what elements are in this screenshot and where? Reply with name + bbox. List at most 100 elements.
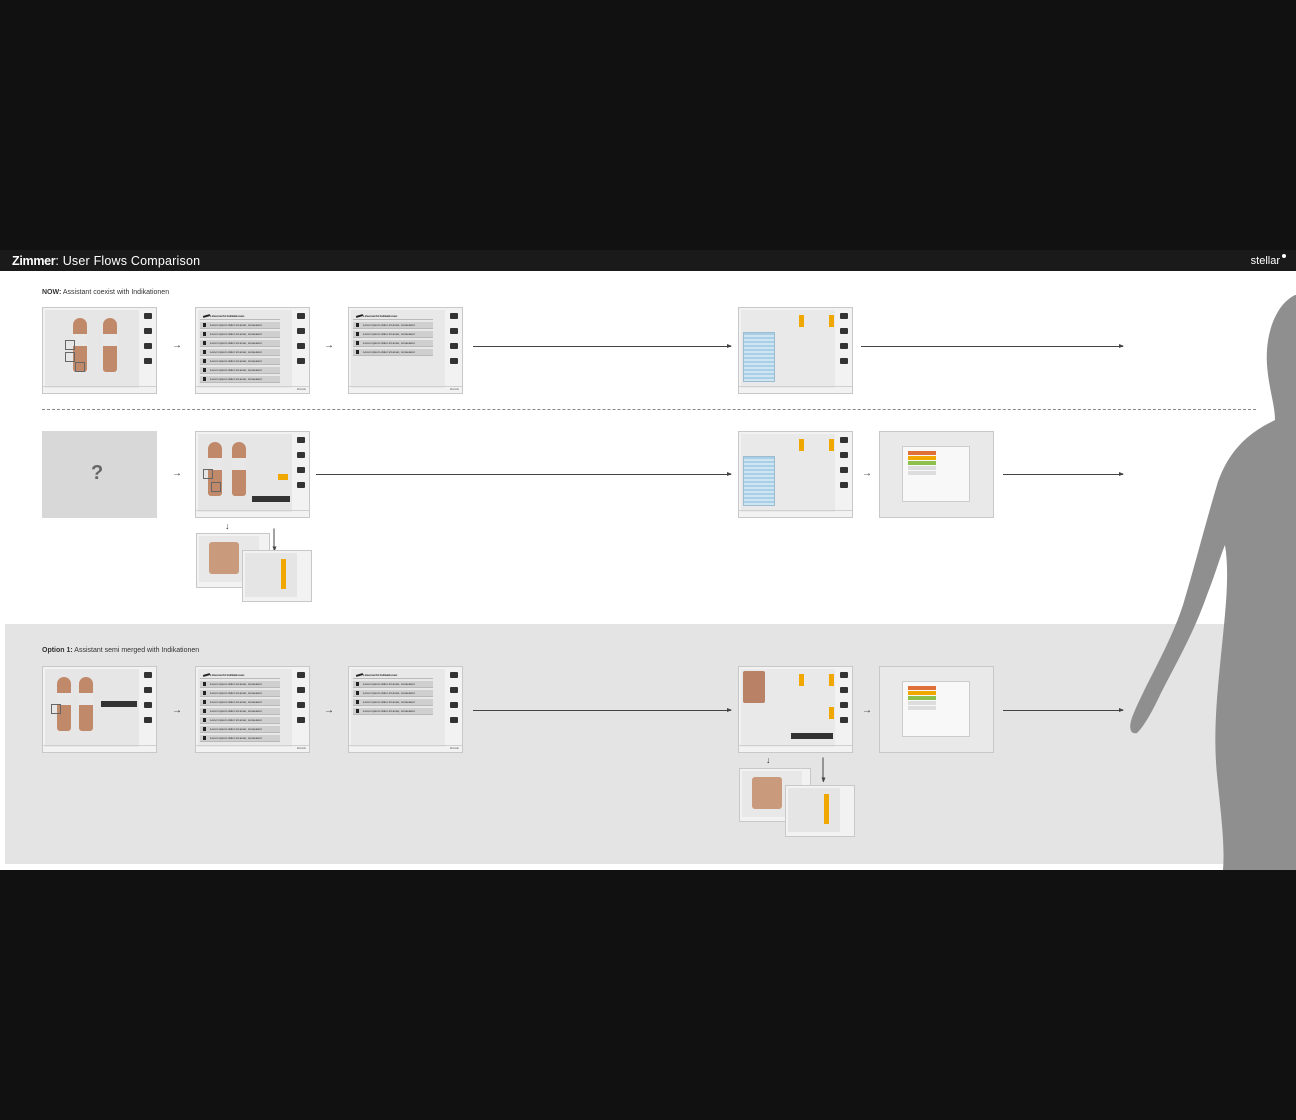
tool-icon[interactable] (143, 328, 152, 334)
list-item[interactable]: Lorem ipsum dolor sit amet, consetetur (353, 340, 433, 347)
tool-icon[interactable] (449, 358, 458, 364)
tool-icon[interactable] (839, 343, 848, 349)
screen-program-list[interactable] (242, 550, 312, 602)
screen-indication-detail-option[interactable]: Liniensicht Indikationen Lorem ipsum dol… (348, 666, 463, 753)
tool-icon[interactable] (449, 328, 458, 334)
tool-icon[interactable] (449, 702, 458, 708)
screen-result-dialog[interactable] (879, 431, 994, 518)
start-button[interactable] (791, 733, 833, 739)
screen-therapy-option[interactable] (738, 666, 853, 753)
back-link[interactable]: Zurück (297, 387, 306, 391)
list-item[interactable]: Lorem ipsum dolor sit amet, consetetur (353, 708, 433, 715)
orange-indicator (799, 439, 804, 451)
tool-icon[interactable] (296, 672, 305, 678)
tool-icon[interactable] (449, 717, 458, 723)
tool-icon[interactable] (296, 702, 305, 708)
tool-icon[interactable] (839, 452, 848, 458)
tool-icon[interactable] (143, 672, 152, 678)
intensity-gauge (743, 332, 775, 382)
back-link[interactable]: Zurück (450, 746, 459, 750)
stellar-logo-text: stellar (1250, 255, 1280, 267)
screen-indication-list[interactable]: Liniensicht Indikationen Lorem ipsum dol… (195, 307, 310, 394)
tool-icon[interactable] (296, 437, 305, 443)
tool-icon[interactable] (839, 437, 848, 443)
list-item[interactable]: Lorem ipsum dolor sit amet, consetetur (200, 358, 280, 365)
region-box[interactable] (65, 340, 75, 350)
tool-icon[interactable] (296, 452, 305, 458)
list-item[interactable]: Lorem ipsum dolor sit amet, consetetur (200, 322, 280, 329)
list-item[interactable]: Lorem ipsum dolor sit amet, consetetur (200, 708, 280, 715)
back-link[interactable]: Zurück (450, 387, 459, 391)
screen-program-list-option[interactable] (785, 785, 855, 837)
tool-icon[interactable] (839, 702, 848, 708)
tool-icon[interactable] (143, 358, 152, 364)
list-item[interactable]: Lorem ipsum dolor sit amet, consetetur (353, 331, 433, 338)
tool-icon[interactable] (449, 343, 458, 349)
tool-icon[interactable] (839, 313, 848, 319)
screen-body-map-option[interactable] (42, 666, 157, 753)
list-item[interactable]: Lorem ipsum dolor sit amet, consetetur (353, 349, 433, 356)
tool-icon[interactable] (143, 687, 152, 693)
list-item[interactable]: Lorem ipsum dolor sit amet, consetetur (200, 376, 280, 383)
next-button[interactable] (101, 701, 137, 707)
tool-icon[interactable] (296, 467, 305, 473)
start-button[interactable] (252, 496, 290, 502)
tool-icon[interactable] (296, 482, 305, 488)
tool-icon[interactable] (143, 702, 152, 708)
tool-icon[interactable] (296, 358, 305, 364)
list-item[interactable]: Lorem ipsum dolor sit amet, consetetur (353, 699, 433, 706)
tool-icon[interactable] (143, 717, 152, 723)
list-item[interactable]: Lorem ipsum dolor sit amet, consetetur (200, 349, 280, 356)
orange-selection[interactable] (278, 474, 288, 480)
flow-arrow: → (172, 340, 182, 351)
screen-indication-detail[interactable]: Liniensicht Indikationen Lorem ipsum dol… (348, 307, 463, 394)
tool-icon[interactable] (296, 687, 305, 693)
list-item[interactable]: Lorem ipsum dolor sit amet, consetetur (353, 690, 433, 697)
list-item[interactable]: Lorem ipsum dolor sit amet, consetetur (200, 735, 280, 742)
tool-icon[interactable] (296, 328, 305, 334)
region-box[interactable] (75, 362, 85, 372)
screen-indication-list-option[interactable]: Liniensicht Indikationen Lorem ipsum dol… (195, 666, 310, 753)
list-item[interactable]: Lorem ipsum dolor sit amet, consetetur (200, 717, 280, 724)
region-box[interactable] (51, 704, 61, 714)
program-area (245, 553, 297, 597)
flow-arrow: → (324, 705, 334, 716)
region-box[interactable] (211, 482, 221, 492)
tool-icon[interactable] (839, 687, 848, 693)
section-now-text: Assistant coexist with Indikationen (62, 289, 170, 296)
screen-result-dialog-option[interactable] (879, 666, 994, 753)
list-item[interactable]: Lorem ipsum dolor sit amet, consetetur (200, 681, 280, 688)
tool-icon[interactable] (296, 313, 305, 319)
tool-icon[interactable] (143, 343, 152, 349)
screen-body-map[interactable] (42, 307, 157, 394)
tool-icon[interactable] (449, 687, 458, 693)
list-item[interactable]: Lorem ipsum dolor sit amet, consetetur (200, 726, 280, 733)
tool-icon[interactable] (839, 328, 848, 334)
tool-icon[interactable] (839, 482, 848, 488)
list-item[interactable]: Lorem ipsum dolor sit amet, consetetur (200, 690, 280, 697)
back-link[interactable]: Zurück (297, 746, 306, 750)
tool-icon[interactable] (839, 467, 848, 473)
tool-icon[interactable] (839, 717, 848, 723)
side-toolbar (293, 310, 308, 388)
list-item[interactable]: Lorem ipsum dolor sit amet, consetetur (353, 322, 433, 329)
region-box[interactable] (65, 352, 75, 362)
list-item[interactable]: Lorem ipsum dolor sit amet, consetetur (200, 699, 280, 706)
tool-icon[interactable] (296, 343, 305, 349)
tool-icon[interactable] (839, 358, 848, 364)
tool-icon[interactable] (449, 672, 458, 678)
list-item[interactable]: Lorem ipsum dolor sit amet, consetetur (200, 367, 280, 374)
tool-icon[interactable] (449, 313, 458, 319)
list-item[interactable]: Lorem ipsum dolor sit amet, consetetur (200, 331, 280, 338)
screen-footer (43, 386, 156, 393)
tool-icon[interactable] (296, 717, 305, 723)
screen-body-map-assistant[interactable] (195, 431, 310, 518)
screen-therapy[interactable] (738, 307, 853, 394)
list-item[interactable]: Lorem ipsum dolor sit amet, consetetur (353, 681, 433, 688)
tool-icon[interactable] (143, 313, 152, 319)
region-box[interactable] (203, 469, 213, 479)
down-line-arrow (273, 528, 275, 551)
screen-therapy-2[interactable] (738, 431, 853, 518)
tool-icon[interactable] (839, 672, 848, 678)
list-item[interactable]: Lorem ipsum dolor sit amet, consetetur (200, 340, 280, 347)
